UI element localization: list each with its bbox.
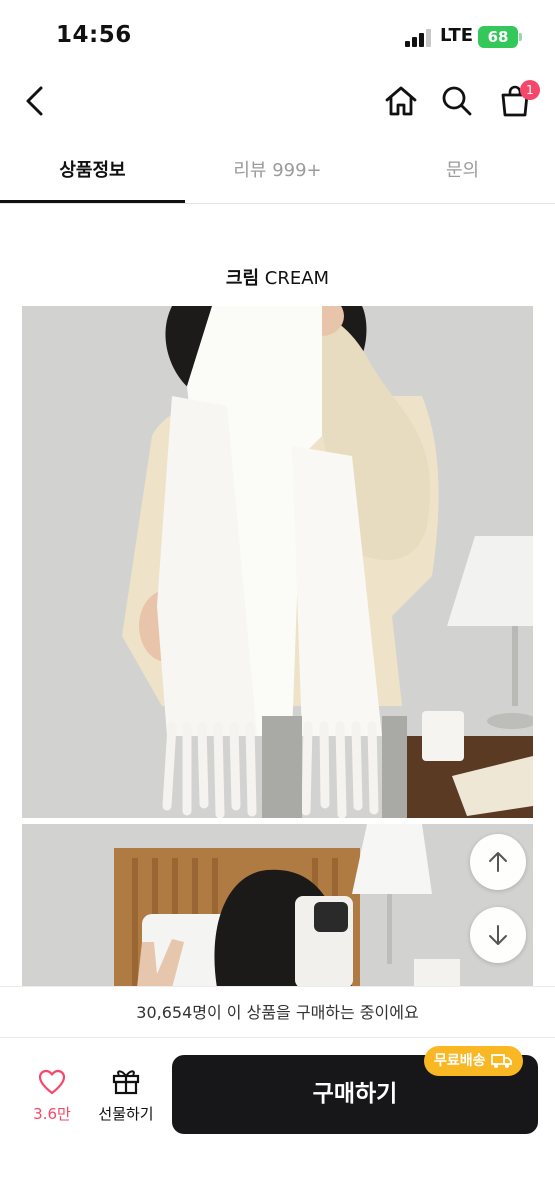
battery-icon: 68 [478,26,518,48]
arrow-up-icon [489,852,507,872]
free-shipping-label: 무료배송 [434,1053,486,1069]
top-nav: 1 [0,70,555,132]
battery-tip [519,33,522,41]
scroll-down-button[interactable] [470,907,526,963]
color-section-title: 크림 CREAM [0,264,555,290]
tab-reviews[interactable]: 리뷰 999+ [185,140,370,204]
gift-button[interactable]: 선물하기 [92,1067,160,1124]
like-button[interactable]: 3.6만 [22,1069,82,1124]
scroll-up-button[interactable] [470,834,526,890]
search-button[interactable] [436,80,478,122]
like-count: 3.6만 [33,1105,71,1123]
product-photo-2-illustration [22,824,533,988]
arrow-down-icon [489,925,507,945]
home-button[interactable] [380,80,422,122]
product-photo-1-illustration [22,306,533,818]
battery-level: 68 [487,28,509,46]
product-photo-2 [22,824,533,988]
active-tab-indicator [0,200,185,203]
product-tabs: 상품정보 리뷰 999+ 문의 [0,140,555,204]
color-name-ko: 크림 [225,268,260,289]
product-photo-1 [22,306,533,818]
home-icon [385,86,417,116]
network-type: LTE [440,25,474,46]
gift-icon [112,1070,140,1095]
tab-inquiry[interactable]: 문의 [370,140,555,204]
purchasing-now-banner: 30,654명이 이 상품을 구매하는 중이에요 [0,986,555,1038]
free-shipping-badge: 무료배송 [424,1046,523,1076]
tab-product-info[interactable]: 상품정보 [0,140,185,204]
color-name-en: CREAM [264,268,330,289]
back-button[interactable] [14,80,56,122]
cart-button[interactable]: 1 [494,80,540,122]
gift-label: 선물하기 [98,1105,154,1123]
status-time: 14:56 [56,22,132,48]
status-bar: 14:56 LTE 68 [0,0,555,70]
chevron-left-icon [26,86,43,116]
cart-count-badge: 1 [520,80,540,100]
search-icon [442,86,472,116]
truck-icon [490,1054,512,1068]
heart-icon [38,1069,66,1095]
signal-icon [405,29,433,47]
